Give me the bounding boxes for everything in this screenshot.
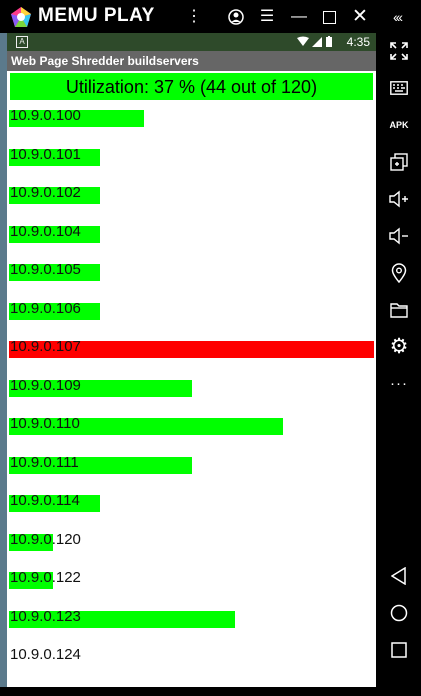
server-ip-label: 10.9.0.124 [10, 646, 81, 663]
server-row: 10.9.0.111 [7, 454, 376, 474]
server-ip-label: 10.9.0.109 [10, 376, 81, 394]
server-row: 10.9.0.104 [7, 223, 376, 243]
server-ip-label: 10.9.0.100 [10, 107, 81, 124]
server-ip-label: 10.9.0.104 [10, 222, 81, 240]
account-icon[interactable] [223, 4, 249, 30]
apk-install-icon[interactable]: APK [384, 112, 414, 138]
server-row: 10.9.0.102 [7, 184, 376, 204]
server-row: 10.9.0.124 [7, 646, 376, 666]
emulator-title-bar: MEMU PLAY ⋮ ☰ — ✕ ‹‹‹ [0, 0, 421, 33]
more-horiz-icon[interactable]: ··· [384, 371, 414, 397]
server-row: 10.9.0.107 [7, 338, 376, 358]
server-row: 10.9.0.110 [7, 415, 376, 435]
server-ip-label: 10.9.0.101 [10, 145, 81, 163]
collapse-panel-icon[interactable]: ‹‹‹ [384, 4, 410, 30]
server-ip-label: 10.9.0.107 [10, 338, 81, 355]
server-row: 10.9.0.105 [7, 261, 376, 281]
close-icon[interactable]: ✕ [347, 4, 373, 30]
android-status-bar: A 4:35 [7, 33, 376, 51]
server-row: 10.9.0.122 [7, 569, 376, 589]
folder-icon[interactable] [384, 297, 414, 323]
server-row: 10.9.0.123 [7, 608, 376, 628]
server-ip-label: 10.9.0.120 [10, 530, 81, 548]
android-back-icon[interactable] [384, 563, 414, 589]
server-row: 10.9.0.106 [7, 300, 376, 320]
server-ip-label: 10.9.0.105 [10, 261, 81, 278]
server-ip-label: 10.9.0.114 [10, 492, 80, 509]
maximize-icon[interactable] [316, 4, 342, 30]
server-ip-label: 10.9.0.110 [10, 415, 80, 432]
signal-battery-icons [296, 36, 336, 51]
server-ip-label: 10.9.0.106 [10, 299, 81, 317]
emulator-side-panel: APK ⚙ ··· [376, 33, 421, 696]
volume-up-icon[interactable] [384, 186, 414, 212]
android-home-icon[interactable] [384, 600, 414, 626]
more-vert-icon[interactable]: ⋮ [181, 4, 207, 30]
background-window-edge [0, 33, 7, 693]
server-row: 10.9.0.101 [7, 146, 376, 166]
server-ip-label: 10.9.0.122 [10, 569, 81, 586]
emulator-bottom-edge [0, 687, 421, 696]
server-row: 10.9.0.120 [7, 531, 376, 551]
keyboard-icon[interactable] [384, 75, 414, 101]
app-action-bar: Web Page Shredder buildservers [7, 51, 376, 71]
multi-window-icon[interactable] [384, 149, 414, 175]
utilization-banner: Utilization: 37 % (44 out of 120) [10, 73, 373, 100]
location-icon[interactable] [384, 260, 414, 286]
emulator-brand: MEMU PLAY [38, 5, 155, 26]
menu-icon[interactable]: ☰ [254, 4, 280, 30]
server-ip-label: 10.9.0.111 [10, 453, 79, 471]
server-row: 10.9.0.114 [7, 492, 376, 512]
server-ip-label: 10.9.0.102 [10, 184, 81, 201]
server-list[interactable]: Utilization: 37 % (44 out of 120) 10.9.0… [7, 71, 376, 687]
android-recents-icon[interactable] [384, 637, 414, 663]
fullscreen-icon[interactable] [384, 38, 414, 64]
app-title: Web Page Shredder buildservers [11, 54, 199, 68]
memu-logo-icon [11, 7, 31, 27]
server-ip-label: 10.9.0.123 [10, 607, 81, 625]
server-row: 10.9.0.100 [7, 107, 376, 127]
server-row: 10.9.0.109 [7, 377, 376, 397]
clock: 4:35 [346, 35, 370, 49]
minimize-icon[interactable]: — [286, 4, 312, 30]
notification-icon: A [16, 36, 28, 48]
volume-down-icon[interactable] [384, 223, 414, 249]
settings-gear-icon[interactable]: ⚙ [384, 334, 414, 360]
